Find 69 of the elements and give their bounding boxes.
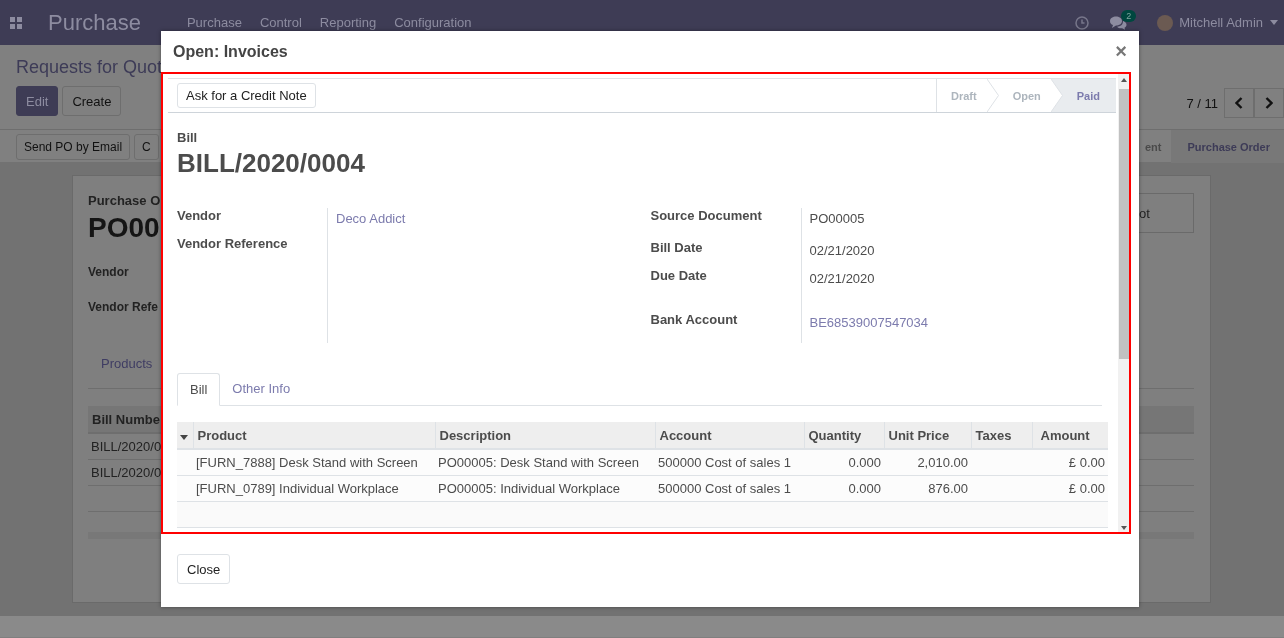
scroll-up-icon[interactable] bbox=[1120, 78, 1127, 82]
tab[interactable]: Products bbox=[101, 356, 153, 371]
table-cell: PO00005: Individual Workplace bbox=[438, 481, 620, 496]
chat-icon[interactable] bbox=[1109, 15, 1128, 30]
field-link[interactable]: BE68539007547034 bbox=[809, 315, 929, 330]
column-header[interactable]: Description bbox=[439, 427, 511, 443]
menu-item[interactable]: Purchase bbox=[186, 15, 242, 30]
field-label: Vendor Refe bbox=[88, 300, 159, 314]
status-stage[interactable]: Open bbox=[998, 79, 1051, 112]
field-label: Vendor bbox=[88, 265, 129, 279]
table-cell: BILL/2020/0 bbox=[91, 465, 162, 480]
field-label: Vendor bbox=[177, 208, 222, 223]
status-stage[interactable]: Paid bbox=[1062, 79, 1116, 112]
menu-item[interactable]: Reporting bbox=[319, 15, 377, 30]
table-cell: [FURN_0789] Individual Workplace bbox=[196, 481, 399, 496]
apps-icon[interactable] bbox=[10, 16, 22, 29]
tab[interactable]: Bill bbox=[177, 373, 221, 406]
caret-icon[interactable] bbox=[1270, 20, 1278, 25]
user-menu[interactable]: Mitchell Admin bbox=[1179, 15, 1263, 30]
app-name: Purchase bbox=[48, 9, 141, 36]
field-value: 02/21/2020 bbox=[809, 243, 875, 258]
table-cell: 876.00 bbox=[928, 481, 968, 496]
credit-note-button[interactable]: Ask for a Credit Note bbox=[177, 83, 316, 108]
column-header: Bill Numbe bbox=[92, 411, 160, 427]
table-cell: [FURN_7888] Desk Stand with Screen bbox=[196, 455, 418, 470]
scrollbar[interactable] bbox=[1118, 74, 1129, 532]
clock-icon[interactable] bbox=[1075, 15, 1090, 30]
field-value: 02/21/2020 bbox=[809, 271, 875, 286]
table-cell: 0.000 bbox=[848, 455, 881, 470]
message-count-badge: 2 bbox=[1121, 9, 1137, 22]
edit-button[interactable]: Edit bbox=[16, 86, 59, 116]
tab[interactable]: Other Info bbox=[220, 373, 303, 405]
create-button[interactable]: Create bbox=[62, 86, 122, 116]
document-type: Bill bbox=[177, 130, 199, 145]
document-number: BILL/2020/0004 bbox=[177, 148, 366, 179]
status-stage[interactable]: Purchase Order bbox=[1171, 130, 1284, 163]
next-button[interactable] bbox=[1254, 88, 1284, 118]
close-dialog-button[interactable]: Close bbox=[177, 554, 231, 584]
table-cell: 0.000 bbox=[848, 481, 881, 496]
sheet-label: Purchase O bbox=[88, 193, 161, 208]
column-header[interactable]: Product bbox=[197, 427, 247, 443]
action-button[interactable]: Send PO by Email bbox=[16, 133, 131, 160]
menu-item[interactable]: Configuration bbox=[394, 15, 472, 30]
table-cell: 500000 Cost of sales 1 bbox=[658, 481, 791, 496]
action-button[interactable]: C bbox=[134, 133, 159, 160]
close-button[interactable]: × bbox=[1115, 40, 1127, 63]
sheet-title: PO00 bbox=[88, 212, 161, 244]
field-label: Bill Date bbox=[650, 240, 703, 255]
avatar-icon bbox=[1157, 14, 1174, 31]
chevron-left-icon bbox=[1235, 97, 1243, 109]
table-cell: £ 0.00 bbox=[1068, 481, 1105, 496]
previous-button[interactable] bbox=[1224, 88, 1254, 118]
field-label: Source Document bbox=[650, 208, 762, 223]
dialog-title: Open: Invoices bbox=[173, 42, 288, 61]
table-cell: £ 0.00 bbox=[1068, 455, 1105, 470]
table-cell: PO00005: Desk Stand with Screen bbox=[438, 455, 639, 470]
scroll-down-icon[interactable] bbox=[1120, 526, 1127, 530]
table-cell: 2,010.00 bbox=[917, 455, 968, 470]
field-label: Bank Account bbox=[650, 312, 738, 327]
menu-item[interactable]: Control bbox=[259, 15, 302, 30]
field-label: Vendor Reference bbox=[177, 236, 288, 251]
table-cell: BILL/2020/0 bbox=[91, 439, 162, 454]
field-label: Due Date bbox=[650, 268, 707, 283]
field-link[interactable]: Deco Addict bbox=[336, 211, 406, 226]
table-cell: 500000 Cost of sales 1 bbox=[658, 455, 791, 470]
pager-counter: 7 / 11 bbox=[1186, 95, 1218, 111]
chevron-right-icon bbox=[1265, 97, 1273, 109]
breadcrumb[interactable]: Requests for Quot bbox=[16, 57, 163, 77]
field-value: PO00005 bbox=[809, 211, 865, 226]
